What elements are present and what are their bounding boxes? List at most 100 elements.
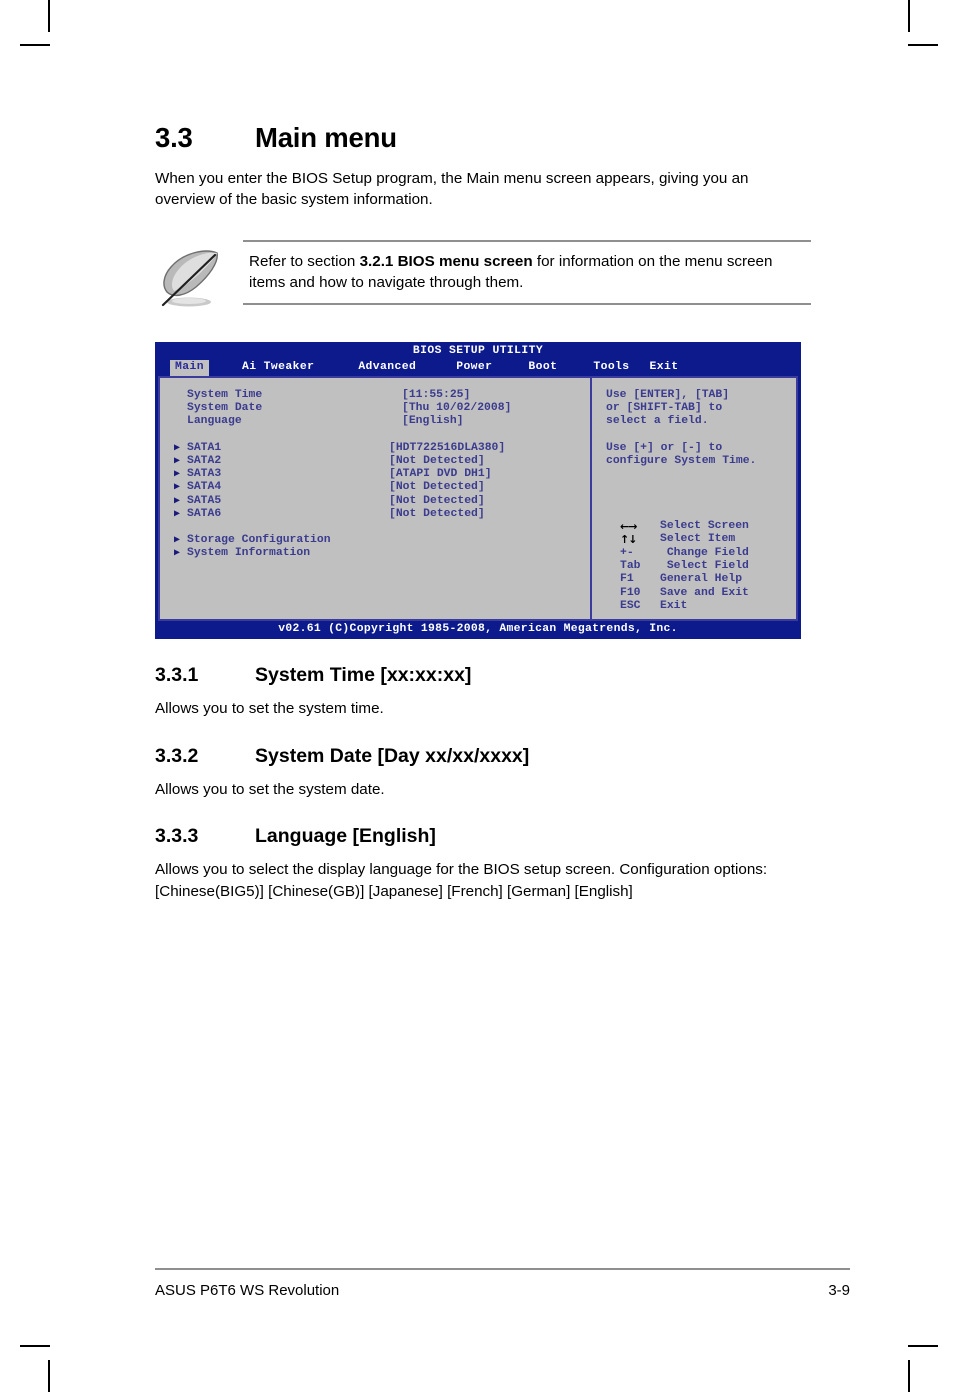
bios-field-value: [11:55:25] [402,389,471,401]
legend-action: Select Field [660,560,749,573]
f1-key-icon: F1 [620,573,634,586]
bios-item-value: [Not Detected] [389,454,485,467]
page-content: 3.3 Main menu When you enter the BIOS Se… [155,0,855,902]
bios-field-language[interactable]: Language [English] [174,415,590,428]
page-footer: ASUS P6T6 WS Revolution 3-9 [155,1268,850,1299]
legend-item-exit: ESC Exit [620,600,796,613]
legend-item-select-screen: ←→ Select Screen [620,520,796,533]
note-box: Refer to section 3.2.1 BIOS menu screen … [155,240,811,315]
bios-key-legend: ←→ Select Screen ↑↓ Select Item +- Chang… [606,520,796,613]
bios-item-sata5[interactable]: ▶ SATA5 [Not Detected] [174,495,590,508]
section-number: 3.3 [155,122,193,153]
bios-item-label: SATA6 [187,507,222,520]
legend-action: Change Field [660,546,749,559]
bios-field-label: System Date [187,402,263,415]
bios-item-system-information[interactable]: ▶ System Information [174,547,590,560]
bios-settings-panel: System Time [11:55:25] System Date [Thu … [158,378,592,621]
bios-item-label: Storage Configuration [187,534,331,547]
left-right-arrow-icon: ←→ [620,520,637,534]
row-spacer [174,521,590,534]
section-title: Main menu [255,122,397,153]
bios-item-sata4[interactable]: ▶ SATA4 [Not Detected] [174,481,590,494]
submenu-triangle-icon: ▶ [174,482,181,494]
bios-item-sata2[interactable]: ▶ SATA2 [Not Detected] [174,455,590,468]
bios-footer-copyright: v02.61 (C)Copyright 1985-2008, American … [278,623,678,635]
submenu-triangle-icon: ▶ [174,548,181,560]
subsection-heading-333: 3.3.3 Language [English] [155,825,855,848]
bios-item-storage-configuration[interactable]: ▶ Storage Configuration [174,534,590,547]
submenu-triangle-icon: ▶ [174,495,181,507]
subsection-number: 3.3.2 [155,744,199,767]
bios-item-value: [Not Detected] [389,494,485,507]
crop-mark-bottom-right-vertical [908,1360,910,1392]
bios-item-value: [Not Detected] [389,481,485,494]
note-text: Refer to section 3.2.1 BIOS menu screen … [249,251,811,293]
subsection-title: System Time [xx:xx:xx] [255,664,472,686]
bios-tab-boot[interactable]: Boot [523,360,562,376]
note-text-before: Refer to section [249,253,360,270]
subsection-body-331: Allows you to set the system time. [155,700,384,717]
bios-tab-main[interactable]: Main [170,359,209,376]
subsection-title: Language [English] [255,825,436,847]
bios-tab-power[interactable]: Power [451,360,497,376]
crop-mark-top-right-horizontal [908,44,938,46]
bullet-spacer [174,415,187,428]
legend-item-change-field: +- Change Field [620,547,796,560]
submenu-triangle-icon: ▶ [174,508,181,520]
bios-item-label: SATA5 [187,494,222,507]
bios-tab-ai-tweaker[interactable]: Ai Tweaker [237,360,319,376]
bios-tab-advanced[interactable]: Advanced [353,360,421,376]
bios-help-line: Use [+] or [-] to [606,441,723,454]
subsection-heading-331: 3.3.1 System Time [xx:xx:xx] [155,664,855,687]
row-spacer [174,429,590,442]
bios-item-sata6[interactable]: ▶ SATA6 [Not Detected] [174,508,590,521]
bios-title: BIOS SETUP UTILITY [412,345,544,357]
legend-action: Select Item [660,533,736,546]
esc-key-icon: ESC [620,599,641,612]
bios-item-value: [ATAPI DVD DH1] [389,468,492,481]
bios-field-value: [English] [402,415,464,428]
bios-item-label: SATA2 [187,454,222,467]
submenu-triangle-icon: ▶ [174,442,181,454]
bullet-spacer [174,402,187,415]
legend-action: Save and Exit [660,586,749,599]
bios-item-label: SATA1 [187,441,222,454]
bullet-spacer [174,389,187,402]
footer-product-name: ASUS P6T6 WS Revolution [155,1282,340,1299]
bios-tab-tools[interactable]: Tools [588,360,634,376]
f10-key-icon: F10 [620,586,641,599]
up-down-arrow-icon: ↑↓ [620,533,637,547]
plus-minus-key-icon: +- [620,546,634,559]
note-body: Refer to section 3.2.1 BIOS menu screen … [243,240,811,305]
bios-setup-screenshot: BIOS SETUP UTILITY Main Ai Tweaker Advan… [155,342,801,639]
bios-field-system-time[interactable]: System Time [11:55:25] [174,389,590,402]
bios-field-label: System Time [187,389,263,401]
legend-action: Exit [660,599,688,612]
subsection-body-332: Allows you to set the system date. [155,780,385,798]
bios-item-value: [Not Detected] [389,507,485,520]
bios-help-line: Use [ENTER], [TAB] [606,389,730,401]
section-intro-paragraph: When you enter the BIOS Setup program, t… [155,170,749,208]
legend-item-general-help: F1 General Help [620,573,796,586]
tab-key-icon: Tab [620,560,641,573]
bios-item-label: SATA3 [187,468,222,481]
footer-page-number: 3-9 [828,1282,850,1299]
legend-action: Select Screen [660,520,749,533]
bios-help-line: select a field. [606,415,709,428]
bios-menu-bar: Main Ai Tweaker Advanced Power Boot Tool… [156,359,800,376]
bios-item-sata3[interactable]: ▶ SATA3 [ATAPI DVD DH1] [174,468,590,481]
crop-mark-bottom-left-vertical [48,1360,50,1392]
subsection-number: 3.3.1 [155,664,199,686]
bios-item-label: SATA4 [187,481,222,494]
legend-action: General Help [660,573,743,586]
bios-body: System Time [11:55:25] System Date [Thu … [158,376,798,621]
bios-field-system-date[interactable]: System Date [Thu 10/02/2008] [174,402,590,415]
bios-help-spacer [606,429,796,442]
submenu-triangle-icon: ▶ [174,469,181,481]
bios-item-sata1[interactable]: ▶ SATA1 [HDT722516DLA380] [174,442,590,455]
page-title: 3.3 Main menu [155,122,855,154]
bios-item-label: System Information [187,547,311,560]
bios-tab-exit[interactable]: Exit [645,360,684,376]
bios-help-line: configure System Time. [606,454,757,467]
quill-pen-icon [155,240,243,315]
